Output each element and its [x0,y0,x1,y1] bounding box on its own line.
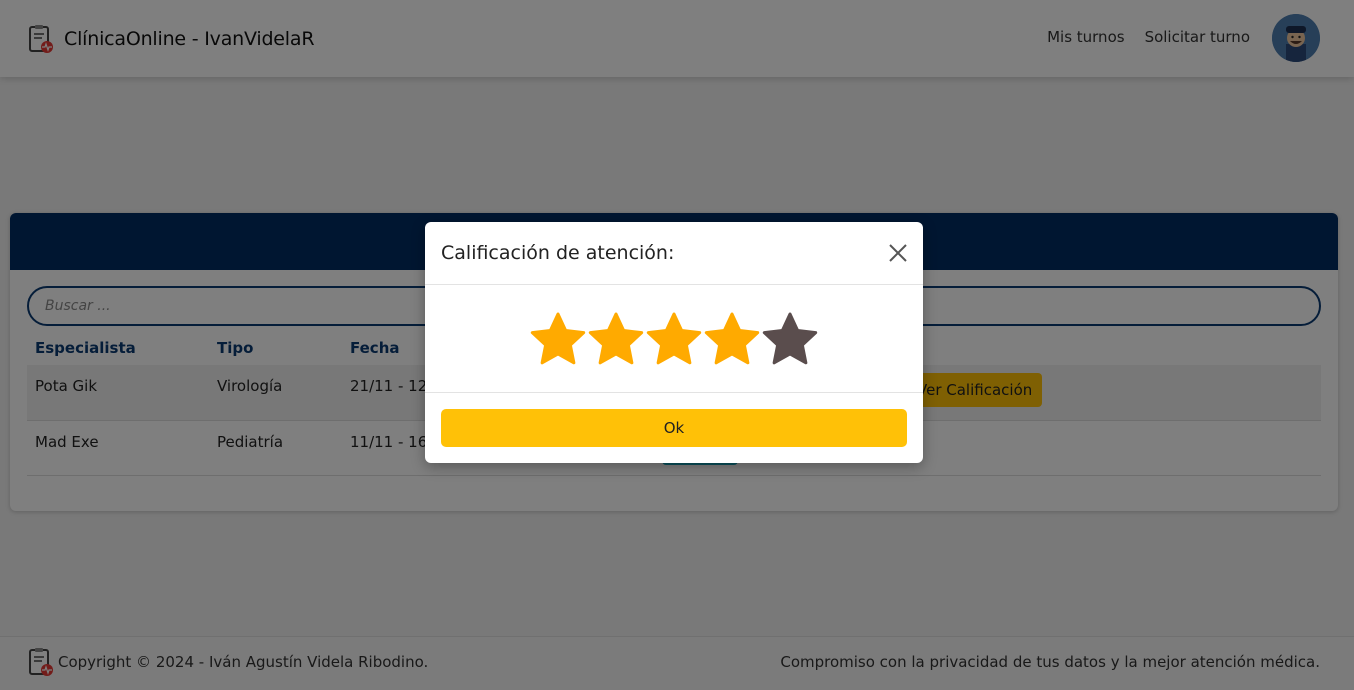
close-icon[interactable] [887,242,909,264]
modal-title: Calificación de atención: [441,242,675,264]
ok-button[interactable]: Ok [441,409,907,447]
star-icon[interactable] [646,311,702,367]
star-rating [425,285,923,393]
star-icon[interactable] [588,311,644,367]
star-icon[interactable] [762,311,818,367]
modal-header: Calificación de atención: [425,222,923,285]
star-icon[interactable] [530,311,586,367]
modal-footer: Ok [425,393,923,462]
rating-modal: Calificación de atención: Ok [425,222,923,463]
star-icon[interactable] [704,311,760,367]
